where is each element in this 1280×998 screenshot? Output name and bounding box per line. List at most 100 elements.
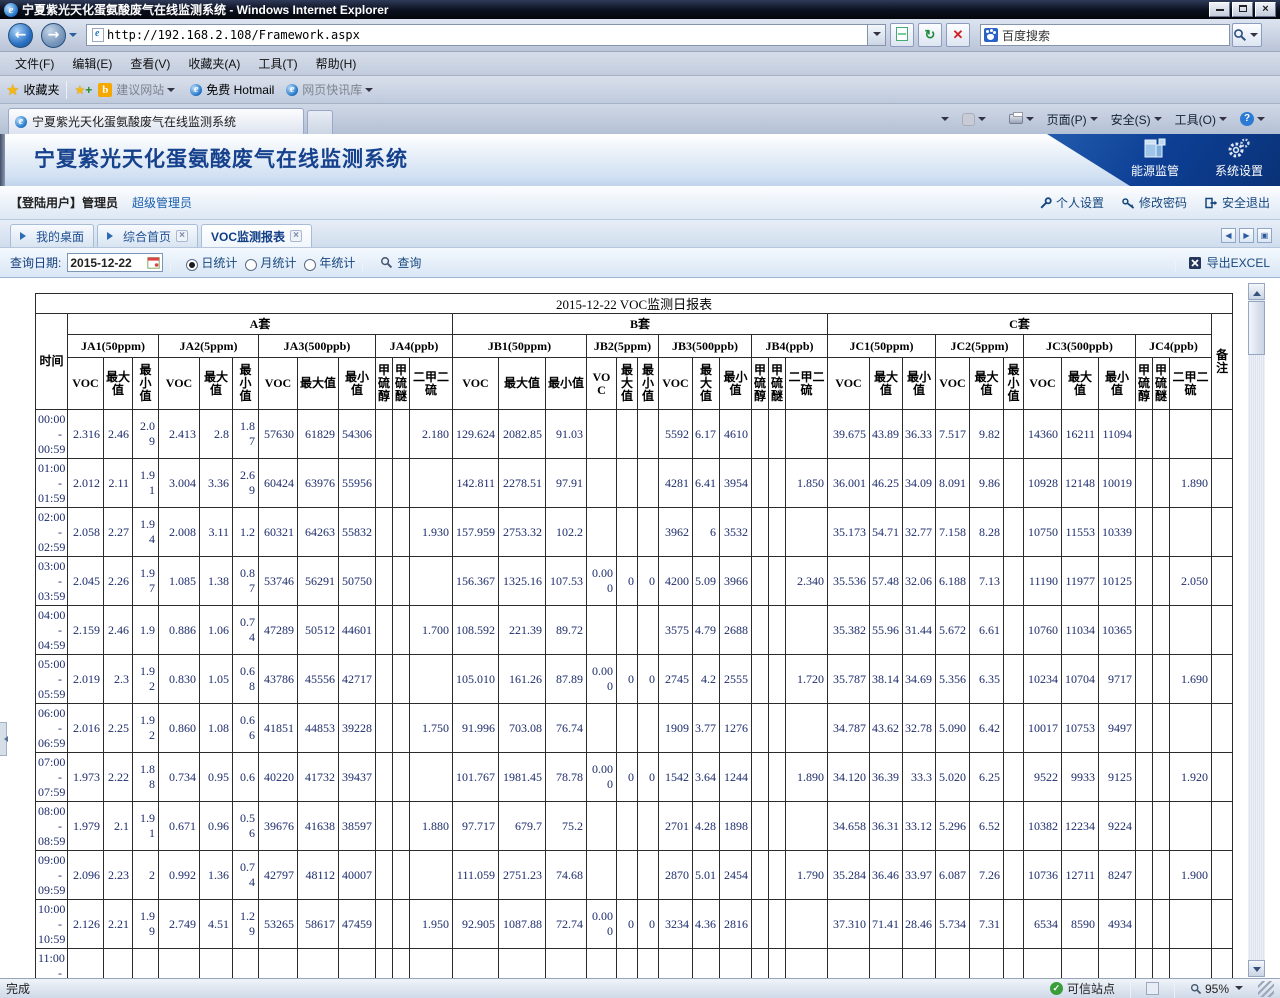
radio-年统计[interactable] [304,258,317,271]
data-cell: 2.11 [103,458,133,508]
dropdown-icon[interactable] [1257,117,1265,125]
dropdown-icon[interactable] [1219,117,1227,125]
time-cell: 07:00-07:59 [35,752,68,802]
calendar-icon[interactable] [147,256,161,269]
resize-grip[interactable] [1258,980,1274,997]
search-input[interactable]: 百度搜索 [980,24,1230,46]
dropdown-icon[interactable] [977,117,986,125]
url-text[interactable]: http://192.168.2.108/Framework.aspx [107,28,865,42]
bing-icon [98,82,113,97]
command-安全(S)[interactable]: 安全(S) [1107,108,1169,131]
radio-月统计[interactable] [245,258,258,271]
tab-scroll-left-button[interactable]: ◀ [1221,228,1236,243]
add-favorite-icon[interactable]: ★ [74,83,85,97]
new-tab-stub[interactable] [307,110,333,134]
menu-item-0[interactable]: 文件(F) [6,53,63,74]
dropdown-icon[interactable] [1153,117,1162,125]
command-bar: 页面(P) 安全(S) 工具(O) [934,104,1280,134]
browser-tab-title: 宁夏紫光天化蛋氨酸废气在线监测系统 [32,115,237,129]
data-cell [1152,507,1170,557]
zoom-dropdown-icon[interactable] [1235,985,1243,994]
dropdown-icon[interactable] [365,87,374,96]
compatibility-view-button[interactable] [890,23,914,47]
minimize-button[interactable] [1209,2,1230,17]
search-button[interactable] [1232,23,1262,47]
export-excel-button[interactable]: 导出EXCEL [1168,253,1270,272]
vertical-scrollbar[interactable] [1248,283,1265,977]
print-icon[interactable] [1005,111,1041,127]
wrench-icon [1040,196,1052,209]
menu-item-5[interactable]: 帮助(H) [307,53,366,74]
time-end: 02:59 [38,539,66,554]
change-password-link[interactable]: 修改密码 [1122,194,1187,211]
dropdown-icon[interactable] [1089,117,1098,125]
help-icon[interactable] [1236,109,1272,129]
search-dropdown-icon[interactable] [1250,33,1258,41]
favorites-item-0[interactable]: 建议网站 [98,81,178,98]
close-button[interactable]: × [1255,2,1276,17]
data-cell: 9.82 [969,409,1004,459]
data-cell: 4281 [658,458,693,508]
restore-button[interactable] [1232,2,1253,17]
back-button[interactable]: ← [8,22,33,48]
favorites-label[interactable]: 收藏夹 [23,81,59,98]
sidebar-collapse-handle[interactable] [0,722,8,756]
command-工具(O)[interactable]: 工具(O) [1171,108,1234,131]
data-cell: 0.74 [232,850,259,900]
browser-window: 宁夏紫光天化蛋氨酸废气在线监测系统 - Windows Internet Exp… [0,0,1280,998]
stop-button[interactable]: ✕ [946,23,970,47]
favorites-star-icon[interactable]: ★ [6,81,19,99]
dropdown-icon[interactable] [940,117,949,125]
workspace-tab-0[interactable]: 我的桌面 [10,224,95,247]
menu-item-1[interactable]: 编辑(E) [63,53,121,74]
scrollbar-thumb[interactable] [1248,301,1265,355]
menu-item-3[interactable]: 收藏夹(A) [179,53,249,74]
tab-maximize-button[interactable]: ▣ [1257,228,1272,243]
query-button[interactable]: 查询 [380,254,421,271]
dropdown-icon[interactable] [167,87,176,96]
command-页面(P)[interactable]: 页面(P) [1043,108,1105,131]
refresh-button[interactable]: ↻ [918,23,942,47]
favorites-item-2[interactable]: 网页快讯库 [286,81,376,98]
radio-日统计[interactable] [186,258,199,271]
scroll-down-button[interactable] [1248,960,1265,977]
date-input[interactable]: 2015-12-22 [67,253,164,272]
menu-item-2[interactable]: 查看(V) [121,53,179,74]
favorites-item-1[interactable]: 免费 Hotmail [190,81,274,98]
separator [362,253,364,272]
logout-link[interactable]: 安全退出 [1205,194,1270,211]
data-cell: 129.624 [452,409,499,459]
column-header: VOC [67,357,104,410]
shortcut-system-settings[interactable]: 系统设置 [1208,137,1270,179]
forward-button[interactable]: → [41,22,66,48]
dropdown-icon[interactable] [1025,117,1034,125]
radio-label-1[interactable]: 月统计 [260,254,296,271]
home-icon[interactable] [934,112,956,126]
data-cell [1135,801,1153,851]
feeds-icon[interactable] [958,110,993,129]
data-cell: 1.973 [67,752,104,802]
workspace-tab-2[interactable]: VOC监测报表 × [201,224,313,247]
menu-item-4[interactable]: 工具(T) [249,53,306,74]
address-dropdown-button[interactable] [868,24,886,46]
data-cell [616,409,638,459]
data-cell [1169,801,1212,851]
history-dropdown-icon[interactable] [69,33,77,41]
zoom-control[interactable]: 95% [1190,982,1246,996]
scroll-up-button[interactable] [1248,283,1265,300]
tab-close-icon[interactable]: × [290,230,303,242]
data-cell [392,850,410,900]
radio-label-0[interactable]: 日统计 [201,254,237,271]
personal-settings-link[interactable]: 个人设置 [1040,194,1104,211]
mail-icon[interactable] [995,116,1003,122]
tab-close-icon[interactable]: × [176,230,189,242]
radio-label-2[interactable]: 年统计 [319,254,355,271]
browser-tab[interactable]: 宁夏紫光天化蛋氨酸废气在线监测系统 [8,108,304,134]
data-cell: 10019 [1098,458,1136,508]
workspace-tab-1[interactable]: 综合首页 × [97,224,199,247]
shortcut-energy-monitor[interactable]: 能源监管 [1124,137,1186,179]
data-cell: 2.045 [67,556,104,606]
address-bar[interactable]: http://192.168.2.108/Framework.aspx [86,24,868,46]
data-cell [392,654,410,704]
tab-scroll-right-button[interactable]: ▶ [1239,228,1254,243]
